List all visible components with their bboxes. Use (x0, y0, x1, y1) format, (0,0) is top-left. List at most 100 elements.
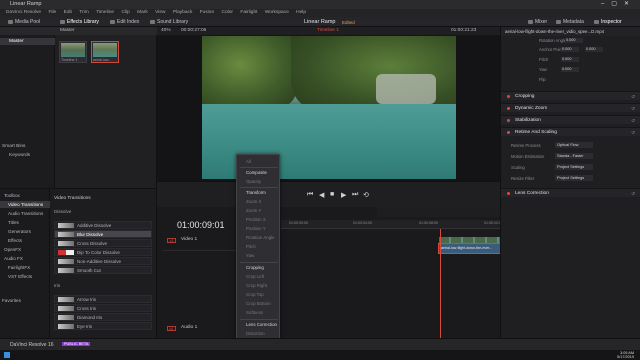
first-frame-icon[interactable]: ⏮ (307, 191, 313, 199)
tree-item[interactable]: Audio Transitions (0, 210, 50, 217)
resize-filter-dropdown[interactable]: Project Settings (555, 175, 593, 181)
menu-item-composite[interactable]: Composite (246, 170, 267, 175)
menu-item-lens-correction[interactable]: Lens Correction (246, 322, 277, 327)
menu-item[interactable]: Fairlight (240, 10, 257, 15)
effect-item[interactable]: Diamond Iris (54, 313, 152, 321)
section-retime-scaling[interactable]: Retime And Scaling ↺ (501, 127, 640, 136)
section-stabilization[interactable]: Stabilization ↺ (501, 115, 640, 124)
effect-item[interactable]: Non-Additive Dissolve (54, 257, 152, 265)
menu-item[interactable]: Edit (64, 10, 72, 15)
timeline-clip[interactable]: aerial-low-flight-down-the-river... (438, 237, 505, 254)
enable-dot[interactable] (507, 131, 510, 134)
play-icon[interactable]: ▶ (341, 191, 346, 199)
effect-item[interactable]: Cross Dissolve (54, 239, 152, 247)
tree-item[interactable]: Toolbox (0, 192, 50, 199)
menu-item-pitch[interactable]: Pitch (246, 244, 256, 249)
tree-item[interactable]: Effects (0, 237, 50, 244)
metadata-button[interactable]: Metadata (556, 19, 584, 25)
enable-dot[interactable] (507, 119, 510, 122)
tree-item[interactable]: OpenFX (0, 246, 50, 253)
menu-item[interactable]: Clip (121, 10, 129, 15)
track-tag[interactable]: V1 (167, 238, 176, 243)
effect-item[interactable]: Smooth Cut (54, 266, 152, 274)
prop-value[interactable]: 0.000 (561, 57, 579, 62)
loop-icon[interactable]: ⟲ (363, 191, 369, 199)
windows-start-icon[interactable] (4, 352, 10, 358)
menu-item-crop-left[interactable]: Crop Left (246, 274, 264, 279)
menu-item[interactable]: Timeline (96, 10, 114, 15)
sound-library-button[interactable]: Sound Library (150, 19, 188, 25)
window-controls[interactable]: –▢✕ (601, 0, 636, 7)
bin-item-keywords[interactable]: Keywords (0, 152, 55, 159)
menu-item-distortion[interactable]: Distortion (246, 331, 265, 336)
tree-item[interactable]: Video Transitions (0, 201, 50, 208)
section-lens-correction[interactable]: Lens Correction ↺ (501, 188, 640, 197)
inspector-button[interactable]: Inspector (594, 19, 622, 25)
menu-item[interactable]: Playback (173, 10, 192, 15)
enable-dot[interactable] (507, 95, 510, 98)
menu-item[interactable]: Mark (137, 10, 148, 15)
scaling-dropdown[interactable]: Project Settings (555, 164, 593, 170)
effect-item[interactable]: Blur Dissolve (54, 230, 152, 238)
prop-value[interactable]: 0.000 (585, 47, 603, 52)
menu-item-position-x[interactable]: Position X (246, 217, 266, 222)
last-frame-icon[interactable]: ⏭ (352, 191, 358, 199)
menu-item-zoom-y[interactable]: Zoom Y (246, 208, 261, 213)
tree-item[interactable]: Audio FX (0, 255, 50, 262)
effect-item[interactable]: Dip To Color Dissolve (54, 248, 152, 256)
timeline-name[interactable]: Timeline 1 (317, 28, 339, 33)
zoom-level[interactable]: 40% (161, 28, 171, 33)
menu-item-opacity[interactable]: Opacity (246, 179, 261, 184)
menu-item[interactable]: Workspace (265, 10, 289, 15)
menu-item-rotation-angle[interactable]: Rotation Angle (246, 235, 275, 240)
stop-icon[interactable]: ■ (330, 191, 334, 198)
effect-item[interactable]: Eye Iris (54, 322, 152, 330)
playhead[interactable] (440, 229, 441, 338)
menu-item[interactable]: View (155, 10, 165, 15)
reset-icon[interactable]: ↺ (631, 94, 635, 100)
section-cropping[interactable]: Cropping ↺ (501, 91, 640, 100)
menu-item-crop-bottom[interactable]: Crop Bottom (246, 301, 271, 306)
menu-item[interactable]: Trim (79, 10, 88, 15)
reverse-play-icon[interactable]: ◀ (319, 191, 324, 199)
menu-item-zoom-x[interactable]: Zoom X (246, 199, 261, 204)
reset-icon[interactable]: ↺ (631, 191, 635, 197)
enable-dot[interactable] (507, 107, 510, 110)
enable-dot[interactable] (507, 192, 510, 195)
tree-item[interactable]: VST Effects (0, 273, 50, 280)
menu-item[interactable]: Help (296, 10, 306, 15)
menu-item-position-y[interactable]: Position Y (246, 226, 266, 231)
menu-item[interactable]: DaVinci Resolve (6, 10, 41, 15)
menu-item-all[interactable]: All (246, 159, 251, 164)
menu-item[interactable]: Fusion (200, 10, 214, 15)
menu-item-transform[interactable]: Transform (246, 190, 266, 195)
retime-process-dropdown[interactable]: Optical Flow (555, 142, 593, 148)
menu-item[interactable]: File (49, 10, 57, 15)
reset-icon[interactable]: ↺ (631, 118, 635, 124)
motion-estimation-dropdown[interactable]: Standa...Faster (555, 153, 593, 159)
reset-icon[interactable]: ↺ (631, 130, 635, 136)
media-clip[interactable]: Timeline 1 (59, 41, 87, 63)
mixer-button[interactable]: Mixer (528, 19, 547, 25)
bin-item-master[interactable]: Master (0, 38, 55, 45)
section-dynamic-zoom[interactable]: Dynamic Zoom ↺ (501, 103, 640, 112)
menu-item-softness[interactable]: Softness (246, 310, 263, 315)
tree-item[interactable]: Titles (0, 219, 50, 226)
effects-library-button[interactable]: Effects Library (60, 19, 99, 25)
edit-index-button[interactable]: Edit Index (110, 19, 139, 25)
menu-item[interactable]: Color (222, 10, 233, 15)
media-clip[interactable]: aerial-low... (91, 41, 119, 63)
menu-item-cropping[interactable]: Cropping (246, 265, 264, 270)
track-tag[interactable]: A1 (167, 326, 176, 331)
menu-item-crop-top[interactable]: Crop Top (246, 292, 264, 297)
reset-icon[interactable]: ↺ (631, 106, 635, 112)
media-pool-button[interactable]: Media Pool (8, 19, 40, 25)
prop-value[interactable]: 0.000 (561, 67, 579, 72)
tree-item[interactable]: FairlightFX (0, 264, 50, 271)
prop-value[interactable]: 0.000 (565, 38, 583, 43)
prop-value[interactable]: 0.000 (561, 47, 579, 52)
effect-item[interactable]: Arrow Iris (54, 295, 152, 303)
menu-item-crop-right[interactable]: Crop Right (246, 283, 267, 288)
effect-item[interactable]: Cross Iris (54, 304, 152, 312)
menu-item-yaw[interactable]: Yaw (246, 253, 254, 258)
